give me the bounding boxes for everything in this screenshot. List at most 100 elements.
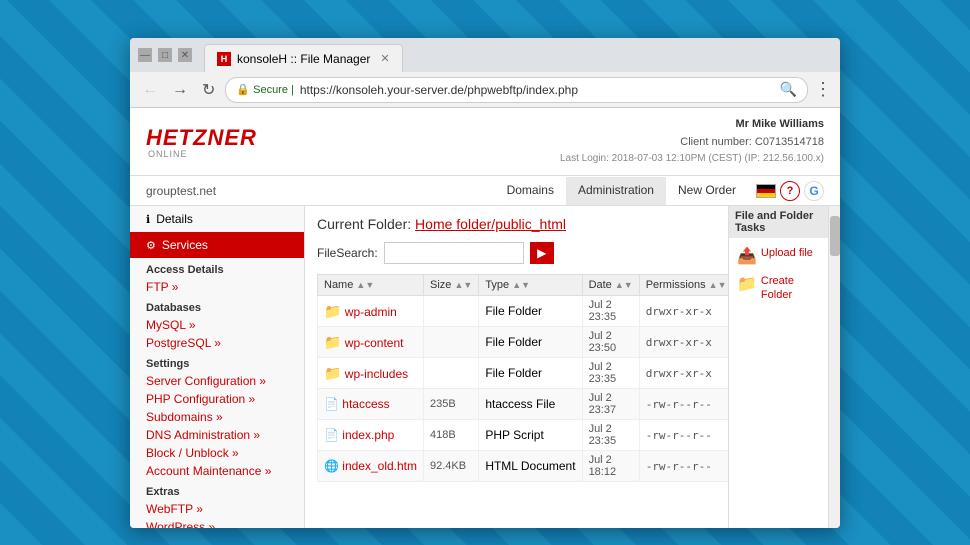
- nav-bar: grouptest.net Domains Administration New…: [130, 176, 840, 206]
- filesearch-input[interactable]: [384, 242, 524, 264]
- cell-permissions: -rw-r--r--: [639, 420, 728, 451]
- file-link[interactable]: htaccess: [342, 397, 389, 411]
- search-icon: 🔍: [780, 81, 797, 98]
- server-config-link[interactable]: Server Configuration »: [146, 374, 266, 388]
- settings-heading: Settings: [130, 352, 304, 372]
- cell-permissions: drwxr-xr-x: [639, 327, 728, 358]
- flag-icon[interactable]: [756, 184, 776, 198]
- sidebar-item-dns-admin[interactable]: DNS Administration »: [130, 426, 304, 444]
- sidebar-item-webftp[interactable]: WebFTP »: [130, 500, 304, 518]
- cell-size: 92.4KB: [424, 451, 479, 482]
- maximize-button[interactable]: □: [158, 48, 172, 62]
- sidebar-item-account-maintenance[interactable]: Account Maintenance »: [130, 462, 304, 480]
- panel-action-text[interactable]: Create Folder: [761, 274, 820, 303]
- table-row[interactable]: 📁 wp-includes File Folder Jul 223:35 drw…: [318, 358, 729, 389]
- ftp-link[interactable]: FTP »: [146, 280, 178, 294]
- page-content: HETZNER ONLINE Mr Mike Williams Client n…: [130, 108, 840, 528]
- tab-close-button[interactable]: ✕: [380, 52, 389, 65]
- file-table: Name ▲▼ Size ▲▼ Type ▲▼ Date ▲▼ Permissi…: [317, 274, 728, 482]
- dns-admin-link[interactable]: DNS Administration »: [146, 428, 260, 442]
- tab-favicon: H: [217, 52, 231, 66]
- cell-name: 📁 wp-admin: [318, 296, 424, 327]
- sidebar-item-postgresql[interactable]: PostgreSQL »: [130, 334, 304, 352]
- cell-permissions: -rw-r--r--: [639, 389, 728, 420]
- file-link[interactable]: wp-admin: [345, 305, 397, 319]
- active-tab[interactable]: H konsoleH :: File Manager ✕: [204, 44, 403, 72]
- cell-type: htaccess File: [479, 389, 582, 420]
- table-row[interactable]: 📄 htaccess 235B htaccess File Jul 223:37…: [318, 389, 729, 420]
- filesearch-button[interactable]: ▶: [530, 242, 554, 264]
- panel-action-text[interactable]: Upload file: [761, 246, 813, 260]
- nav-new-order[interactable]: New Order: [666, 177, 748, 205]
- sidebar-item-block-unblock[interactable]: Block / Unblock »: [130, 444, 304, 462]
- table-row[interactable]: 📄 index.php 418B PHP Script Jul 223:35 -…: [318, 420, 729, 451]
- lock-icon: 🔒: [236, 83, 250, 96]
- sidebar-item-wordpress[interactable]: WordPress »: [130, 518, 304, 528]
- file-link[interactable]: wp-content: [345, 336, 404, 350]
- url-text[interactable]: https://konsoleh.your-server.de/phpwebft…: [300, 83, 774, 97]
- cell-type: File Folder: [479, 358, 582, 389]
- close-button[interactable]: ✕: [178, 48, 192, 62]
- separator: |: [291, 84, 294, 96]
- secure-badge: 🔒 Secure |: [236, 83, 293, 96]
- reload-button[interactable]: ↻: [198, 78, 219, 102]
- php-config-link[interactable]: PHP Configuration »: [146, 392, 255, 406]
- wordpress-link[interactable]: WordPress »: [146, 520, 215, 528]
- file-search-bar: FileSearch: ▶: [317, 242, 716, 264]
- sidebar-item-php-config[interactable]: PHP Configuration »: [130, 390, 304, 408]
- sidebar-services-label: Services: [162, 238, 208, 252]
- panel-action-icon: 📁: [737, 274, 757, 294]
- cell-date: Jul 223:50: [582, 327, 639, 358]
- last-login: Last Login: 2018-07-03 12:10PM (CEST) (I…: [560, 151, 824, 167]
- sidebar-item-services[interactable]: ⚙ Services: [130, 232, 304, 258]
- window-controls: — □ ✕: [138, 48, 192, 62]
- account-maintenance-link[interactable]: Account Maintenance »: [146, 464, 271, 478]
- table-row[interactable]: 🌐 index_old.htm 92.4KB HTML Document Jul…: [318, 451, 729, 482]
- hetzner-header: HETZNER ONLINE Mr Mike Williams Client n…: [130, 108, 840, 176]
- forward-button[interactable]: →: [168, 79, 192, 101]
- browser-menu-button[interactable]: ⋮: [814, 79, 832, 100]
- main-layout: ℹ Details ⚙ Services Access Details FTP …: [130, 206, 840, 528]
- scrollbar[interactable]: [828, 206, 840, 528]
- cell-type: File Folder: [479, 296, 582, 327]
- file-link[interactable]: wp-includes: [345, 367, 408, 381]
- mysql-link[interactable]: MySQL »: [146, 318, 196, 332]
- minimize-button[interactable]: —: [138, 48, 152, 62]
- help-button[interactable]: ?: [780, 181, 800, 201]
- services-icon: ⚙: [146, 239, 156, 252]
- folder-icon: 📁: [324, 334, 341, 350]
- file-link[interactable]: index.php: [342, 428, 394, 442]
- sidebar-item-ftp[interactable]: FTP »: [130, 278, 304, 296]
- databases-heading: Databases: [130, 296, 304, 316]
- folder-label: Current Folder:: [317, 216, 411, 232]
- file-link[interactable]: index_old.htm: [342, 459, 417, 473]
- sidebar-item-mysql[interactable]: MySQL »: [130, 316, 304, 334]
- cell-date: Jul 223:35: [582, 358, 639, 389]
- file-icon: 📄: [324, 397, 339, 411]
- cell-type: File Folder: [479, 327, 582, 358]
- table-row[interactable]: 📁 wp-content File Folder Jul 223:50 drwx…: [318, 327, 729, 358]
- webftp-link[interactable]: WebFTP »: [146, 502, 203, 516]
- subdomains-link[interactable]: Subdomains »: [146, 410, 223, 424]
- sidebar-item-server-config[interactable]: Server Configuration »: [130, 372, 304, 390]
- cell-name: 📁 wp-content: [318, 327, 424, 358]
- nav-administration[interactable]: Administration: [566, 177, 666, 205]
- nav-domains[interactable]: Domains: [495, 177, 566, 205]
- cell-type: HTML Document: [479, 451, 582, 482]
- table-row[interactable]: 📁 wp-admin File Folder Jul 223:35 drwxr-…: [318, 296, 729, 327]
- google-button[interactable]: G: [804, 181, 824, 201]
- address-box[interactable]: 🔒 Secure | https://konsoleh.your-server.…: [225, 77, 808, 103]
- block-unblock-link[interactable]: Block / Unblock »: [146, 446, 239, 460]
- sidebar-item-subdomains[interactable]: Subdomains »: [130, 408, 304, 426]
- panel-action[interactable]: 📁 Create Folder: [737, 274, 820, 303]
- postgresql-link[interactable]: PostgreSQL »: [146, 336, 221, 350]
- scrollbar-thumb[interactable]: [830, 216, 840, 256]
- content-scroll: Current Folder: Home folder/public_html …: [305, 206, 728, 528]
- sidebar-item-details[interactable]: ℹ Details: [130, 206, 304, 232]
- folder-path[interactable]: Home folder/public_html: [415, 216, 566, 232]
- filesearch-label: FileSearch:: [317, 246, 378, 260]
- col-size: Size ▲▼: [424, 275, 479, 296]
- panel-action[interactable]: 📤 Upload file: [737, 246, 820, 266]
- back-button[interactable]: ←: [138, 79, 162, 101]
- col-permissions: Permissions ▲▼: [639, 275, 728, 296]
